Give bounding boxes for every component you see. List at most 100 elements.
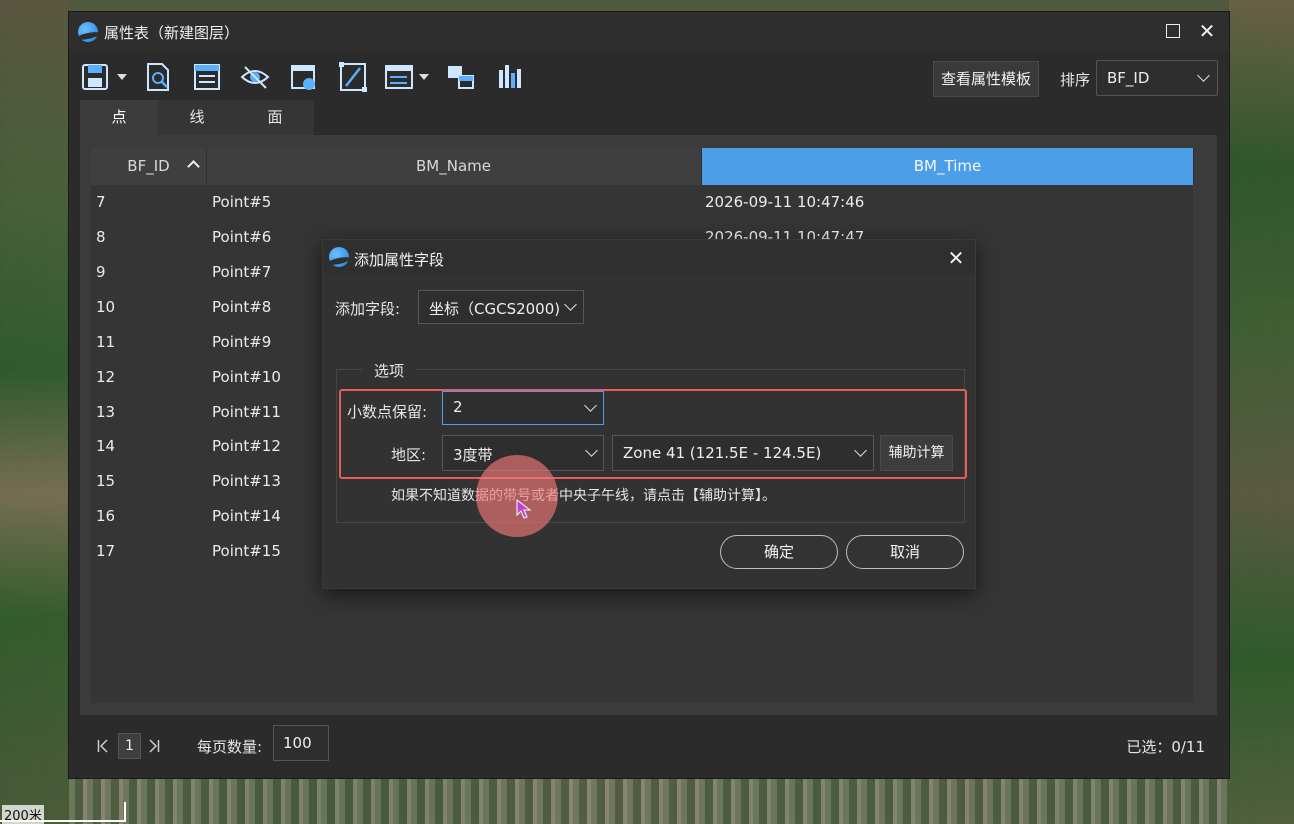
find-icon <box>147 63 169 91</box>
region-value: 3度带 <box>453 446 493 464</box>
cell-id: 12 <box>96 368 116 386</box>
current-page[interactable]: 1 <box>118 733 141 759</box>
scale-tick <box>124 802 126 822</box>
map-background-right <box>1229 0 1294 824</box>
region-label: 地区: <box>391 446 427 464</box>
export-button[interactable] <box>287 60 319 94</box>
cell-name: Point#6 <box>212 228 272 246</box>
last-page-icon[interactable] <box>148 739 160 753</box>
map-scale-bar: 200米 <box>0 802 130 824</box>
per-page-label: 每页数量: <box>197 738 263 756</box>
zone-value: Zone 41 (121.5E - 124.5E) <box>623 444 822 462</box>
save-button[interactable] <box>81 60 113 94</box>
zone-select[interactable]: Zone 41 (121.5E - 124.5E) <box>612 435 874 471</box>
close-icon: ✕ <box>947 246 965 270</box>
chevron-down-icon <box>1197 69 1210 82</box>
list-options-caret[interactable] <box>419 74 429 80</box>
close-dialog-button[interactable]: ✕ <box>943 245 969 271</box>
visibility-button[interactable] <box>239 60 271 94</box>
cell-id: 7 <box>96 193 106 211</box>
map-background-top <box>69 0 1229 12</box>
dialog-body: 添加字段: 坐标（CGCS2000) 选项 小数点保留: 2 地区: 3度带 Z… <box>323 274 975 588</box>
tab-line[interactable]: 线 <box>158 100 236 135</box>
statistics-icon <box>499 65 521 88</box>
tab-point[interactable]: 点 <box>80 100 158 135</box>
decimal-value: 2 <box>453 398 463 416</box>
toolbar <box>81 60 1219 96</box>
cell-name: Point#9 <box>212 333 272 351</box>
export-icon <box>291 65 315 90</box>
statistics-button[interactable] <box>493 60 525 94</box>
close-window-button[interactable]: ✕ <box>1193 18 1221 44</box>
field-calc-button[interactable] <box>337 60 369 94</box>
table-row[interactable]: 7 Point#5 2026-09-11 10:47:46 <box>91 185 1193 220</box>
ok-button[interactable]: 确定 <box>720 535 838 569</box>
cell-name: Point#7 <box>212 263 272 281</box>
scale-line <box>0 820 126 822</box>
save-dropdown-caret[interactable] <box>117 74 127 80</box>
per-page-input[interactable]: 100 <box>273 725 329 761</box>
pagination-footer: 1 每页数量: 100 已选：0/11 <box>69 715 1229 778</box>
assist-calc-button[interactable]: 辅助计算 <box>880 435 953 471</box>
cell-name: Point#5 <box>212 193 272 211</box>
cell-name: Point#13 <box>212 472 281 490</box>
cell-id: 11 <box>96 333 116 351</box>
add-field-label: 添加字段: <box>335 300 401 318</box>
cell-id: 17 <box>96 542 116 560</box>
options-group-label: 选项 <box>362 360 417 381</box>
cell-id: 13 <box>96 403 116 421</box>
chevron-down-icon <box>564 298 577 311</box>
sort-select[interactable]: BF_ID <box>1096 60 1218 96</box>
cell-id: 8 <box>96 228 106 246</box>
per-page-value: 100 <box>283 734 312 752</box>
tab-polygon[interactable]: 面 <box>236 100 314 135</box>
selected-count: 已选：0/11 <box>1126 738 1205 756</box>
column-header-bm-name[interactable]: BM_Name <box>206 148 702 185</box>
cell-name: Point#11 <box>212 403 281 421</box>
cell-name: Point#12 <box>212 437 281 455</box>
table-header: BF_ID BM_Name BM_Time <box>91 148 1194 185</box>
sort-value: BF_ID <box>1107 69 1150 87</box>
app-logo-icon <box>329 247 349 267</box>
list-options-icon <box>385 65 413 89</box>
map-background-left <box>0 0 69 824</box>
cell-id: 15 <box>96 472 116 490</box>
decimal-label: 小数点保留: <box>347 403 428 421</box>
table-edit-button[interactable] <box>191 60 223 94</box>
map-background-bottom <box>69 778 1229 824</box>
add-field-dialog: 添加属性字段 ✕ 添加字段: 坐标（CGCS2000) 选项 小数点保留: 2 … <box>322 239 976 589</box>
close-icon: ✕ <box>1198 19 1216 43</box>
column-header-bm-time[interactable]: BM_Time <box>702 148 1194 185</box>
app-logo-icon <box>78 22 98 42</box>
maximize-button[interactable] <box>1159 18 1187 44</box>
add-field-select[interactable]: 坐标（CGCS2000) <box>418 290 584 324</box>
table-edit-icon <box>194 64 220 90</box>
layer-switch-icon <box>448 66 474 89</box>
first-page-icon[interactable] <box>97 739 109 753</box>
cell-name: Point#14 <box>212 507 281 525</box>
column-header-label: BF_ID <box>127 157 170 175</box>
cell-id: 9 <box>96 263 106 281</box>
mouse-cursor-icon <box>516 499 532 519</box>
find-button[interactable] <box>143 60 175 94</box>
cell-id: 16 <box>96 507 116 525</box>
cell-name: Point#10 <box>212 368 281 386</box>
list-options-button[interactable] <box>383 60 415 94</box>
window-title: 属性表（新建图层） <box>104 24 240 42</box>
chevron-down-icon <box>854 444 867 457</box>
window-titlebar: 属性表（新建图层） ✕ <box>69 12 1229 50</box>
click-indicator <box>476 455 558 537</box>
visibility-icon <box>240 66 270 89</box>
maximize-icon <box>1166 24 1180 38</box>
cell-name: Point#15 <box>212 542 281 560</box>
view-template-button[interactable]: 查看属性模板 <box>933 61 1039 97</box>
dialog-title: 添加属性字段 <box>354 251 445 269</box>
chevron-down-icon <box>585 444 598 457</box>
cell-id: 14 <box>96 437 116 455</box>
cancel-button[interactable]: 取消 <box>846 535 964 569</box>
decimal-select[interactable]: 2 <box>442 391 604 425</box>
cell-id: 10 <box>96 298 116 316</box>
cell-time: 2026-09-11 10:47:46 <box>705 193 865 211</box>
chevron-down-icon <box>584 399 597 412</box>
layer-switch-button[interactable] <box>445 60 477 94</box>
